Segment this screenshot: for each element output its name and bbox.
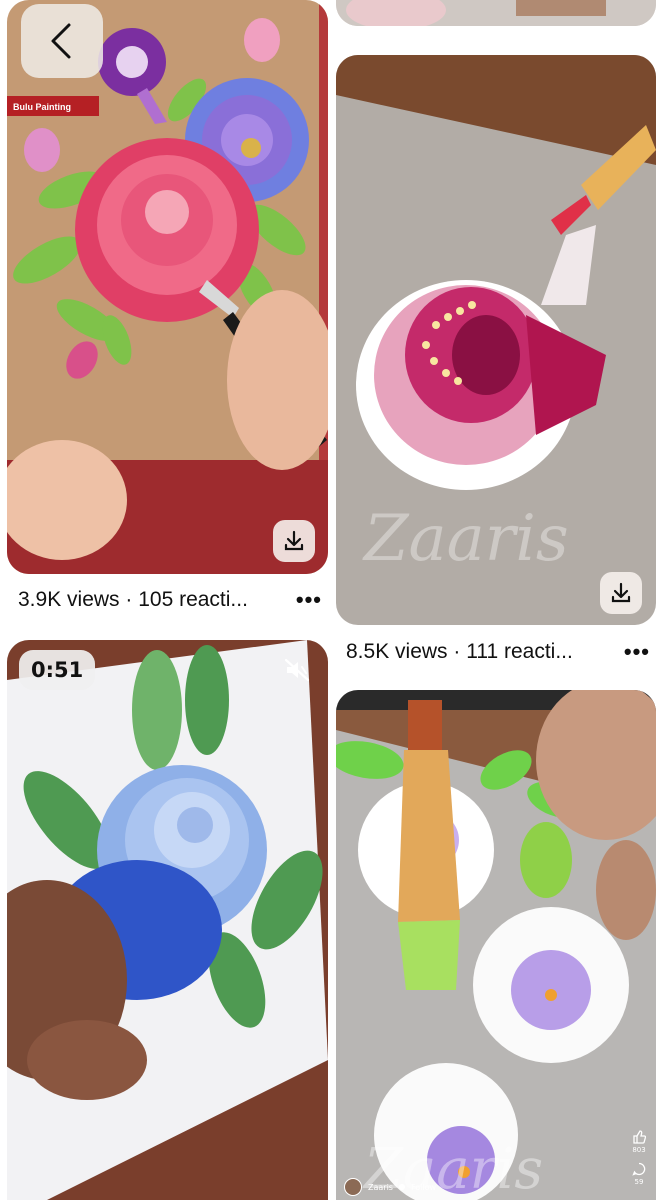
pin-caption-peony: 3.9K views · 105 reacti... •••: [18, 582, 322, 618]
pin-card-pink-flower[interactable]: Zaaris: [336, 55, 656, 625]
download-icon: [611, 582, 631, 603]
mute-button[interactable]: [284, 658, 310, 682]
pin-image-purple-flowers: Zaaris: [336, 690, 656, 1200]
pin-card-purple-flowers[interactable]: Zaaris 803 59 Zaaris Follow: [336, 690, 656, 1200]
pin-image-pink-flower: Zaaris: [336, 55, 656, 625]
pin-stats: 8.5K views · 111 reacti...: [346, 640, 573, 663]
pin-image-peony: Bulu Painting: [7, 0, 328, 574]
back-arrow-icon: [51, 23, 71, 59]
follow-button[interactable]: Follow: [411, 1183, 436, 1192]
more-options-button[interactable]: •••: [282, 587, 322, 613]
pin-card-blue-rose[interactable]: 0:51: [7, 640, 328, 1200]
video-duration: 0:51: [19, 650, 96, 690]
pin-partial-image: [336, 0, 656, 26]
mute-icon: [284, 658, 310, 682]
comment-icon[interactable]: [632, 1162, 646, 1176]
more-options-button[interactable]: •••: [610, 639, 650, 665]
like-icon[interactable]: [632, 1130, 646, 1144]
pin-stats: 3.9K views · 105 reacti...: [18, 588, 248, 611]
channel-label: Bulu Painting: [13, 102, 71, 112]
side-stats: 803 59: [632, 1130, 646, 1186]
like-count: 803: [632, 1146, 646, 1154]
avatar[interactable]: [344, 1178, 362, 1196]
author-bar: Zaaris Follow: [344, 1178, 436, 1196]
download-icon: [284, 530, 304, 551]
author-name[interactable]: Zaaris: [368, 1183, 393, 1192]
comment-count: 59: [634, 1178, 644, 1186]
verified-icon: [398, 1184, 405, 1190]
download-button[interactable]: [273, 520, 315, 562]
pin-card-peony[interactable]: Bulu Painting: [7, 0, 328, 574]
pin-caption-pink-flower: 8.5K views · 111 reacti... •••: [346, 634, 650, 670]
pin-card-partial[interactable]: [336, 0, 656, 26]
watermark: Zaaris: [362, 502, 569, 576]
pin-image-blue-rose: [7, 640, 328, 1200]
back-button[interactable]: [21, 4, 103, 78]
download-button[interactable]: [600, 572, 642, 614]
